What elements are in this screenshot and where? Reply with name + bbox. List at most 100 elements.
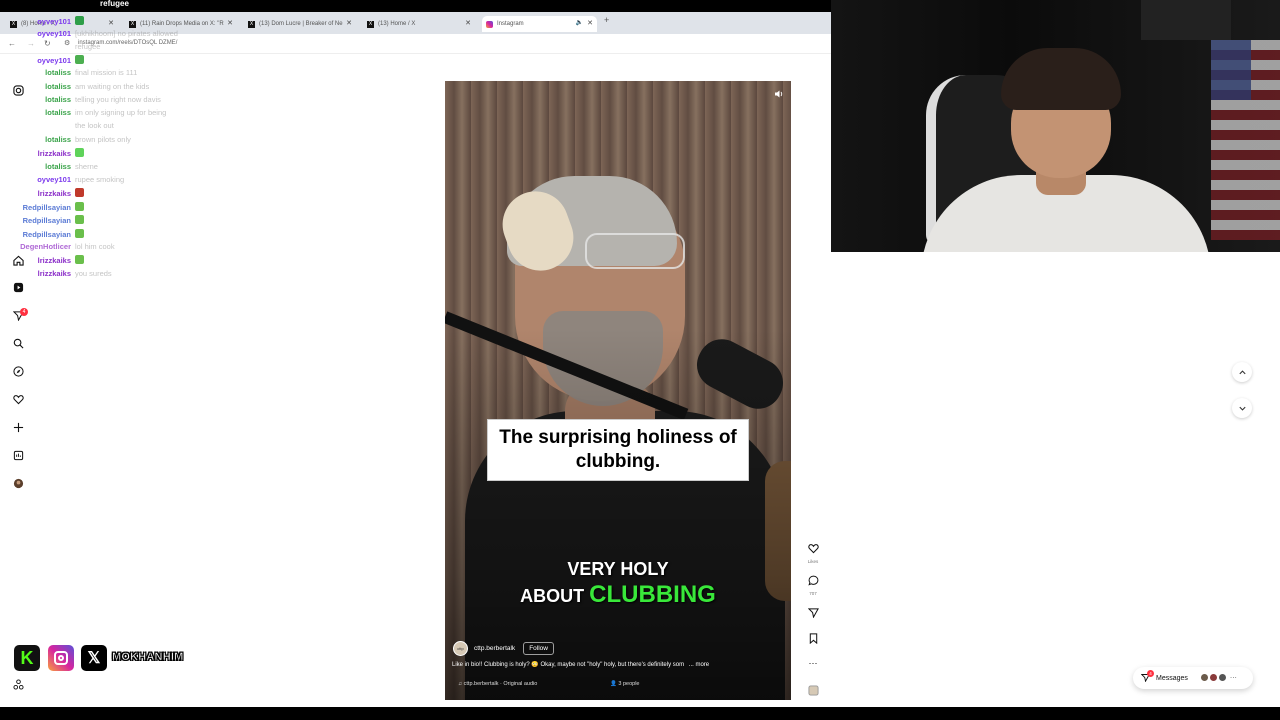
like-icon[interactable]: [806, 543, 820, 557]
chat-username[interactable]: lrizzkaiks: [0, 256, 71, 266]
chat-emote-icon: [75, 16, 84, 25]
audio-thumbnail-icon[interactable]: [806, 685, 820, 699]
more-menu-icon[interactable]: [11, 677, 25, 691]
reel-tagged-people[interactable]: 👤 3 people: [610, 681, 640, 687]
chat-username[interactable]: lotaliss: [0, 95, 71, 105]
chat-username[interactable]: lotaliss: [0, 135, 71, 145]
chat-message: Redpillsayian: [0, 229, 84, 240]
browser-tab[interactable]: X (13) Home / X ✕: [363, 16, 475, 32]
tab-label: (11) Rain Drops Media on X: "R: [140, 21, 224, 27]
tab-close-icon[interactable]: ✕: [227, 19, 233, 27]
comment-icon[interactable]: [806, 575, 820, 589]
chat-message: oyvey101: [0, 16, 84, 27]
save-icon[interactable]: [806, 633, 820, 647]
chat-username[interactable]: lotaliss: [0, 82, 71, 92]
tab-close-icon[interactable]: ✕: [587, 19, 593, 27]
create-icon[interactable]: [11, 420, 25, 434]
next-reel-button[interactable]: [1232, 398, 1252, 418]
notification-badge: 4: [20, 308, 28, 316]
message-avatars: [1199, 672, 1227, 684]
instagram-icon: [486, 20, 493, 28]
subtitle-prefix: ABOUT: [520, 586, 585, 606]
tab-label: Instagram: [497, 21, 524, 27]
chat-emote-icon: [75, 148, 84, 157]
follow-button[interactable]: Follow: [523, 642, 554, 655]
chat-message: lrizzkaiks: [0, 148, 84, 159]
chat-username[interactable]: lotaliss: [0, 162, 71, 172]
chat-message: lotaliss telling you right now davis: [0, 95, 161, 105]
chat-username[interactable]: Redpillsayian: [0, 216, 71, 226]
title-caption-box: The surprising holiness of clubbing.: [487, 419, 749, 481]
chat-message: oyvey101 rupee smoking: [0, 175, 124, 185]
chat-username[interactable]: lrizzkaiks: [0, 269, 71, 279]
people-label: 3 people: [618, 681, 640, 687]
tab-close-icon[interactable]: ✕: [465, 19, 471, 27]
chat-username[interactable]: oyvey101: [0, 29, 71, 39]
new-tab-button[interactable]: +: [604, 15, 609, 25]
chat-message: lotaliss im only signing up for being: [0, 108, 166, 118]
tab-close-icon[interactable]: ✕: [346, 19, 352, 27]
subtitle-line-1: VERY HOLY: [567, 559, 669, 579]
reel-audio[interactable]: ♫ cttp.berbertalk · Original audio: [458, 681, 537, 687]
author-avatar[interactable]: cttp: [453, 641, 468, 656]
volume-icon[interactable]: [773, 89, 785, 101]
author-username[interactable]: cttp.berbertalk: [474, 645, 515, 652]
chat-username[interactable]: DegenHotlicer: [0, 242, 71, 252]
avatar: [1199, 672, 1209, 682]
chat-username[interactable]: lrizzkaiks: [0, 189, 71, 199]
chat-text: sherne: [75, 162, 98, 171]
x-logo-icon: X: [129, 20, 136, 28]
chat-username[interactable]: Redpillsayian: [0, 230, 71, 240]
chat-message: DegenHotlicer lol him cook: [0, 242, 114, 252]
avatar: [1208, 672, 1218, 682]
chat-emote-icon: [75, 215, 84, 224]
chat-username[interactable]: lotaliss: [0, 68, 71, 78]
chat-username[interactable]: oyvey101: [0, 56, 71, 66]
search-icon[interactable]: [11, 336, 25, 350]
profile-avatar-icon[interactable]: [11, 476, 25, 490]
browser-tab[interactable]: X (13) Dom Lucre | Breaker of Ne ✕: [244, 16, 356, 32]
streamer-hair: [1001, 48, 1121, 110]
chat-message: Redpillsayian: [0, 215, 84, 226]
chat-message: lotaliss brown pilots only: [0, 135, 131, 145]
tab-close-icon[interactable]: ✕: [108, 19, 114, 27]
stream-title: refugee: [100, 0, 129, 8]
chat-message: lotaliss sherne: [0, 162, 98, 172]
chat-text: brown pilots only: [75, 135, 131, 144]
caption-text: Like in bio!! Clubbing is holy? 😳 Okay, …: [452, 662, 685, 668]
chat-username[interactable]: lrizzkaiks: [0, 149, 71, 159]
chat-message: lrizzkaiks: [0, 255, 84, 266]
messages-label: Messages: [1156, 674, 1188, 682]
avatar: [1217, 672, 1227, 682]
chat-emote-icon: [75, 188, 84, 197]
reels-icon[interactable]: [11, 280, 25, 294]
share-icon[interactable]: [806, 607, 820, 621]
chat-username[interactable]: oyvey101: [0, 17, 71, 27]
chat-message: refugee: [0, 42, 100, 52]
streamer-webcam: [831, 0, 1280, 252]
previous-reel-button[interactable]: [1232, 362, 1252, 382]
tab-label: (13) Dom Lucre | Breaker of Ne: [259, 21, 343, 27]
chat-text: you sureds: [75, 269, 112, 278]
x-logo-icon: X: [248, 20, 255, 28]
chat-username[interactable]: oyvey101: [0, 175, 71, 185]
more-link[interactable]: ... more: [689, 662, 709, 668]
heart-icon[interactable]: [11, 392, 25, 406]
more-options-icon[interactable]: ⋯: [806, 658, 820, 669]
messages-badge: 4: [1147, 670, 1154, 677]
chat-message: lotaliss am waiting on the kids: [0, 82, 149, 92]
streamer-handle: MOKHANHIM: [112, 651, 184, 664]
browser-tab-active[interactable]: Instagram 🔈 ✕: [482, 16, 597, 32]
chat-text: the look out: [75, 121, 114, 130]
chat-username[interactable]: lotaliss: [0, 108, 71, 118]
chat-message: the look out: [0, 121, 114, 131]
dashboard-icon[interactable]: [11, 448, 25, 462]
chat-text: rupee smoking: [75, 175, 125, 184]
reel-author: cttp cttp.berbertalk Follow: [453, 641, 554, 656]
chat-message: lrizzkaiks you sureds: [0, 269, 112, 279]
chat-emote-icon: [75, 229, 84, 238]
speaker-icon[interactable]: 🔈: [576, 19, 583, 26]
explore-icon[interactable]: [11, 364, 25, 378]
reel-video[interactable]: The surprising holiness of clubbing. VER…: [445, 81, 791, 700]
chat-username[interactable]: Redpillsayian: [0, 203, 71, 213]
